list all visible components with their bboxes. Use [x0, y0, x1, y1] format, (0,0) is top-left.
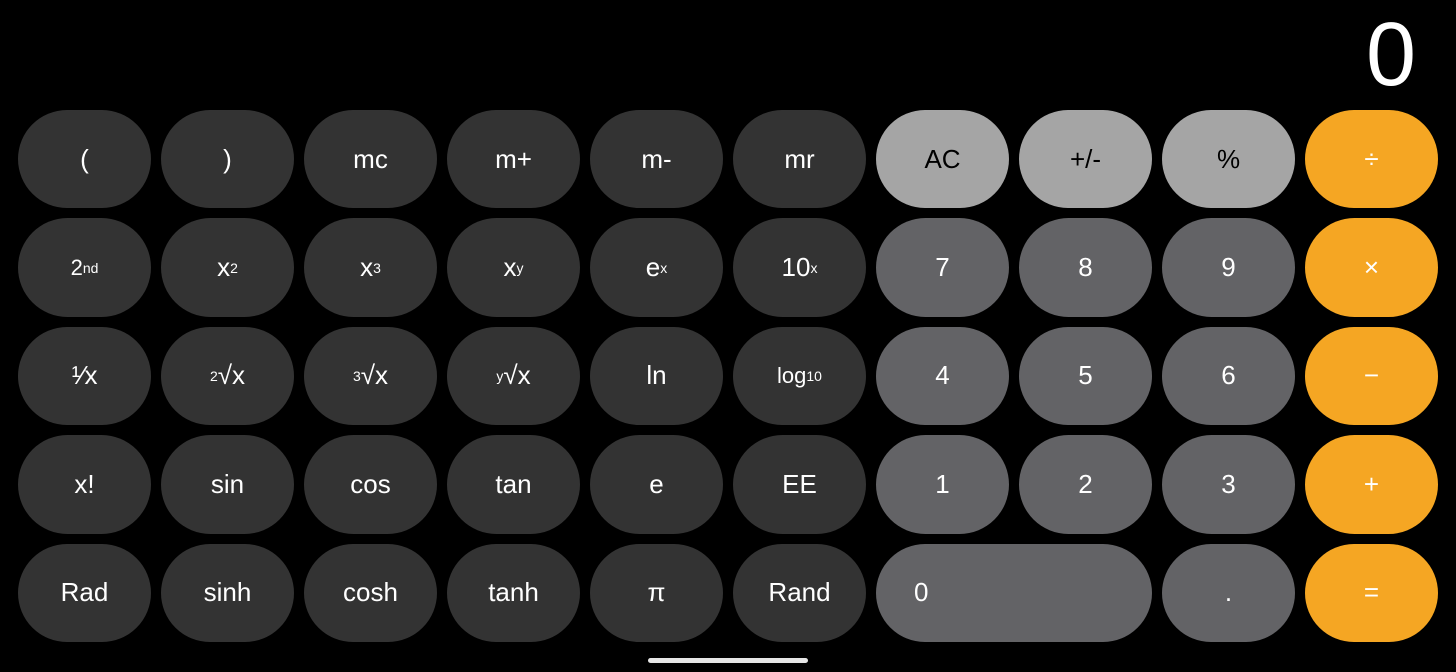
9-button[interactable]: 9: [1162, 218, 1295, 316]
pi-button[interactable]: π: [590, 544, 723, 642]
ln-button[interactable]: ln: [590, 327, 723, 425]
ee-button[interactable]: EE: [733, 435, 866, 533]
cosh-button[interactable]: cosh: [304, 544, 437, 642]
ex-button[interactable]: ex: [590, 218, 723, 316]
4-button[interactable]: 4: [876, 327, 1009, 425]
rand-button[interactable]: Rand: [733, 544, 866, 642]
plus-minus-button[interactable]: +/-: [1019, 110, 1152, 208]
2nd-button[interactable]: 2nd: [18, 218, 151, 316]
cos-button[interactable]: cos: [304, 435, 437, 533]
y-sqrt-x-button[interactable]: y√x: [447, 327, 580, 425]
m-minus-button[interactable]: m-: [590, 110, 723, 208]
home-indicator-area: [0, 652, 1456, 672]
percent-button[interactable]: %: [1162, 110, 1295, 208]
xy-button[interactable]: xy: [447, 218, 580, 316]
6-button[interactable]: 6: [1162, 327, 1295, 425]
log10-button[interactable]: log10: [733, 327, 866, 425]
display-area: 0: [0, 0, 1456, 110]
rad-button[interactable]: Rad: [18, 544, 151, 642]
x3-button[interactable]: x3: [304, 218, 437, 316]
mr-button[interactable]: mr: [733, 110, 866, 208]
3-button[interactable]: 3: [1162, 435, 1295, 533]
close-paren-button[interactable]: ): [161, 110, 294, 208]
equals-button[interactable]: =: [1305, 544, 1438, 642]
mc-button[interactable]: mc: [304, 110, 437, 208]
calculator-grid: ( ) mc m+ m- mr AC +/- % ÷ 2nd x2 x3 xy …: [0, 110, 1456, 652]
decimal-button[interactable]: .: [1162, 544, 1295, 642]
ac-button[interactable]: AC: [876, 110, 1009, 208]
2sqrt-x-button[interactable]: 2√x: [161, 327, 294, 425]
2-button[interactable]: 2: [1019, 435, 1152, 533]
tan-button[interactable]: tan: [447, 435, 580, 533]
0-button[interactable]: 0: [876, 544, 1152, 642]
5-button[interactable]: 5: [1019, 327, 1152, 425]
m-plus-button[interactable]: m+: [447, 110, 580, 208]
8-button[interactable]: 8: [1019, 218, 1152, 316]
open-paren-button[interactable]: (: [18, 110, 151, 208]
divide-button[interactable]: ÷: [1305, 110, 1438, 208]
sinh-button[interactable]: sinh: [161, 544, 294, 642]
sin-button[interactable]: sin: [161, 435, 294, 533]
e-button[interactable]: e: [590, 435, 723, 533]
x2-button[interactable]: x2: [161, 218, 294, 316]
10x-button[interactable]: 10x: [733, 218, 866, 316]
1-button[interactable]: 1: [876, 435, 1009, 533]
display-value: 0: [1366, 10, 1416, 100]
inv-x-button[interactable]: ¹∕x: [18, 327, 151, 425]
3sqrt-x-button[interactable]: 3√x: [304, 327, 437, 425]
subtract-button[interactable]: −: [1305, 327, 1438, 425]
add-button[interactable]: +: [1305, 435, 1438, 533]
factorial-button[interactable]: x!: [18, 435, 151, 533]
home-bar: [648, 658, 808, 663]
multiply-button[interactable]: ×: [1305, 218, 1438, 316]
7-button[interactable]: 7: [876, 218, 1009, 316]
tanh-button[interactable]: tanh: [447, 544, 580, 642]
